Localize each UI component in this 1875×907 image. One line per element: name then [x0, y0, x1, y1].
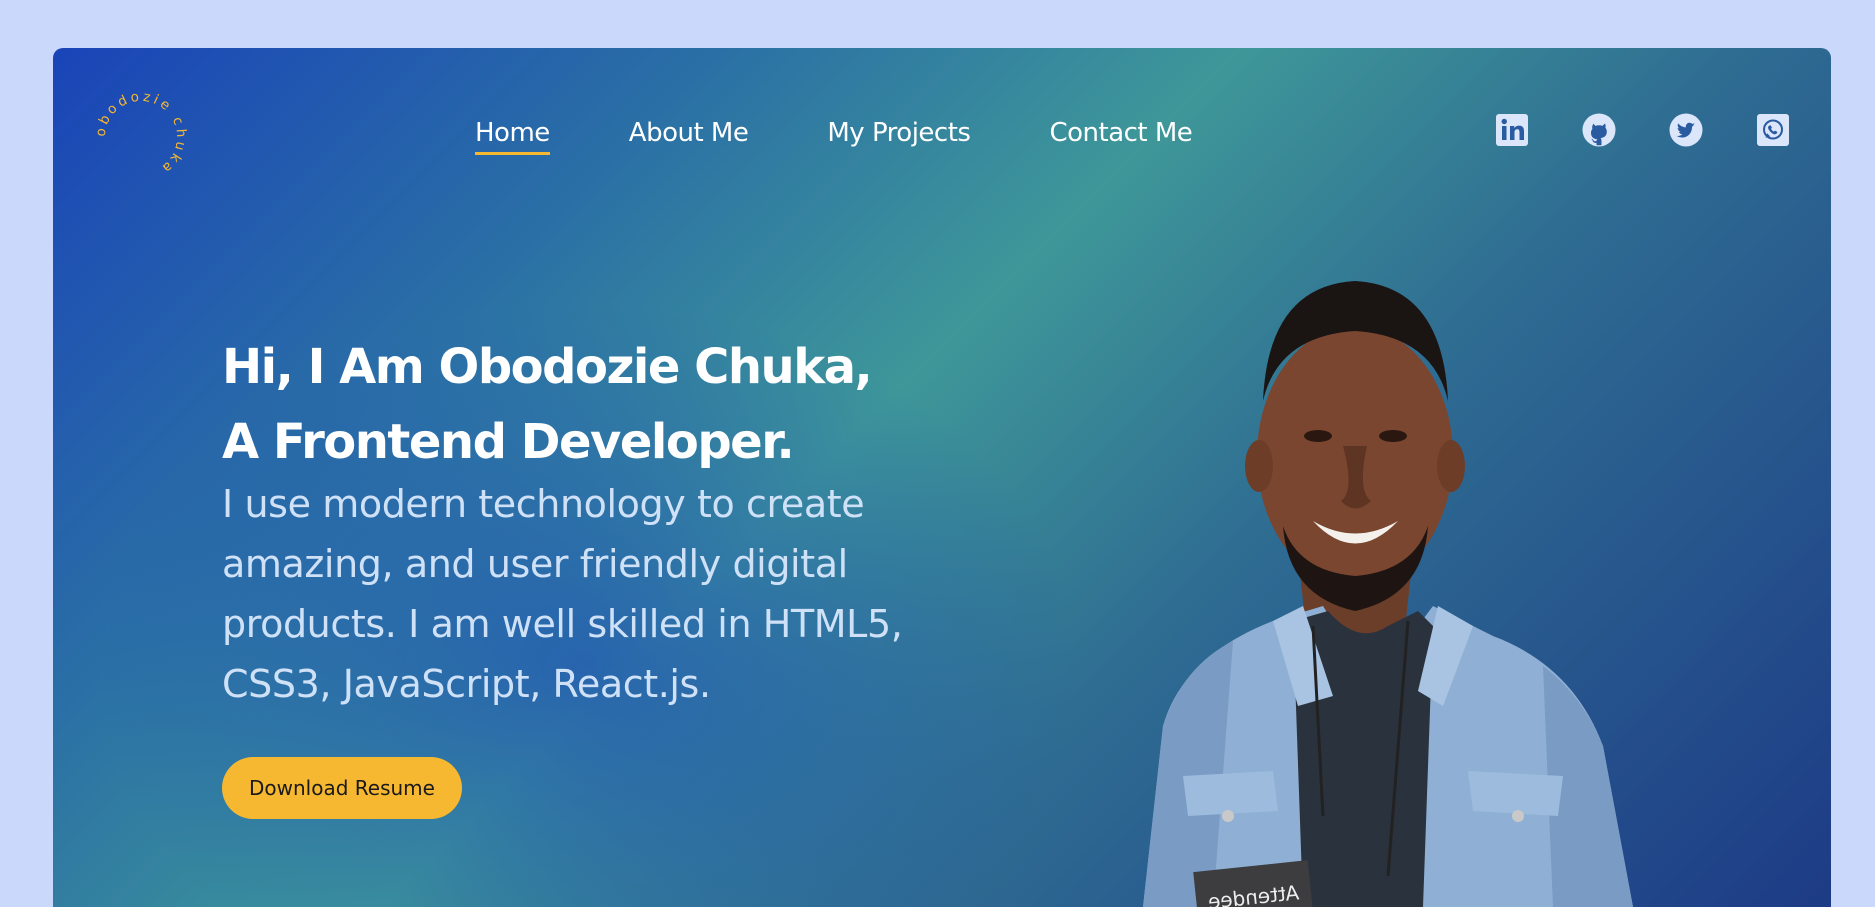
hero-card: obodozie chuka Home About Me My Projects…: [53, 48, 1831, 907]
twitter-icon[interactable]: [1669, 113, 1703, 147]
social-links: [1495, 113, 1790, 147]
logo-text: obodozie chuka: [93, 89, 186, 178]
headline-line-1: Hi, I Am Obodozie Chuka,: [222, 339, 873, 395]
nav-home[interactable]: Home: [475, 118, 550, 155]
hero-description: I use modern technology to create amazin…: [222, 482, 903, 706]
logo-icon: obodozie chuka: [93, 89, 188, 178]
circular-logo[interactable]: obodozie chuka: [93, 89, 188, 184]
whatsapp-icon[interactable]: [1756, 113, 1790, 147]
headline-line-2: A Frontend Developer.: [222, 414, 795, 470]
hero-text: Hi, I Am Obodozie Chuka, A Frontend Deve…: [222, 330, 1002, 714]
github-icon[interactable]: [1582, 113, 1616, 147]
nav-about-me[interactable]: About Me: [629, 118, 749, 155]
svg-text:obodozie chuka: obodozie chuka: [94, 90, 188, 178]
headline: Hi, I Am Obodozie Chuka, A Frontend Deve…: [222, 330, 1002, 480]
download-resume-button[interactable]: Download Resume: [222, 757, 462, 819]
main-nav: Home About Me My Projects Contact Me: [475, 118, 1271, 155]
nav-contact-me[interactable]: Contact Me: [1049, 118, 1192, 155]
linkedin-icon[interactable]: [1495, 113, 1529, 147]
portrait-photo: Attendee: [1073, 226, 1713, 907]
nav-my-projects[interactable]: My Projects: [827, 118, 971, 155]
